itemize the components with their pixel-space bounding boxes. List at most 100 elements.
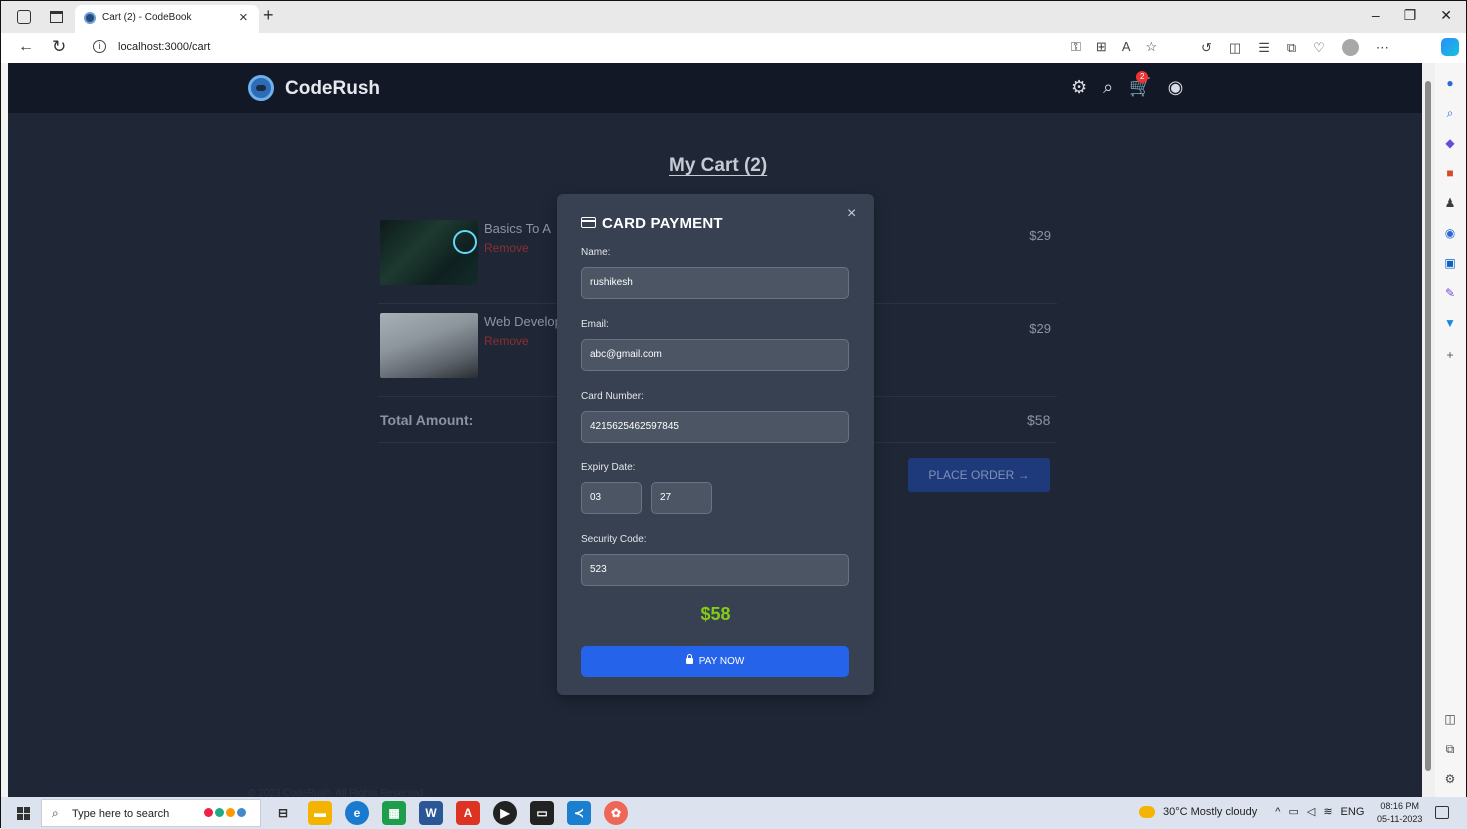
card-number-label: Card Number: bbox=[581, 391, 644, 402]
key-icon[interactable]: ⚿ bbox=[1071, 39, 1081, 55]
item-thumbnail[interactable] bbox=[380, 220, 478, 285]
taskbar-search-placeholder[interactable]: Type here to search bbox=[72, 808, 169, 820]
remove-link[interactable]: Remove bbox=[484, 241, 529, 255]
name-field[interactable]: rushikesh bbox=[581, 267, 849, 299]
edge-sidebar: ● ⌕ ◆ ■ ♟ ◉ ▣ ✎ ▼ + ◫ ⧉ ⚙ bbox=[1435, 63, 1466, 797]
external-link-icon[interactable]: ⧉ bbox=[1443, 743, 1457, 755]
extension-icon[interactable]: ↺ bbox=[1201, 40, 1212, 56]
restore-button[interactable]: ❐ bbox=[1404, 7, 1417, 24]
active-tab[interactable]: Cart (2) - CodeBook × bbox=[75, 5, 259, 33]
notifications-icon[interactable]: ● bbox=[1443, 77, 1457, 89]
vscode-icon[interactable]: ≺ bbox=[567, 801, 591, 825]
tray-chevron-icon[interactable]: ^ bbox=[1275, 806, 1280, 818]
microsoft365-icon[interactable]: ◉ bbox=[1443, 227, 1457, 239]
page-title: My Cart (2) bbox=[669, 155, 768, 176]
cart-icon[interactable]: 🛒 2 bbox=[1129, 71, 1152, 98]
workspaces-icon[interactable] bbox=[17, 10, 31, 24]
outlook-icon[interactable]: ▣ bbox=[1443, 257, 1457, 269]
sidebar-search-icon[interactable]: ⌕ bbox=[1443, 107, 1457, 119]
collections-icon[interactable]: ⧉ bbox=[1287, 40, 1296, 56]
weather-text[interactable]: 30°C Mostly cloudy bbox=[1163, 806, 1257, 818]
footer-copyright: © 2023 CodeRush. All Rights Reserved. bbox=[248, 788, 427, 797]
tools-icon[interactable]: ■ bbox=[1443, 167, 1457, 179]
modal-title: CARD PAYMENT bbox=[602, 215, 723, 232]
remove-link[interactable]: Remove bbox=[484, 334, 529, 348]
brand-name[interactable]: CodeRush bbox=[285, 78, 380, 100]
card-number-field[interactable]: 4215625462597845 bbox=[581, 411, 849, 443]
copilot-icon[interactable] bbox=[1441, 38, 1459, 56]
reload-button[interactable]: ↻ bbox=[52, 37, 66, 57]
wifi-icon[interactable]: ≋ bbox=[1323, 805, 1332, 818]
paint-icon[interactable]: ✿ bbox=[604, 801, 628, 825]
favicon-icon bbox=[84, 12, 96, 24]
sidebar-toggle-icon[interactable]: ◫ bbox=[1443, 713, 1457, 725]
favorite-star-icon[interactable]: ☆ bbox=[1145, 39, 1157, 55]
account-icon[interactable]: ◉ bbox=[1168, 77, 1184, 98]
media-player-icon[interactable]: ▶ bbox=[493, 801, 517, 825]
item-thumbnail[interactable] bbox=[380, 313, 478, 378]
back-button[interactable]: ← bbox=[18, 38, 34, 56]
item-name[interactable]: Basics To A bbox=[484, 221, 551, 236]
security-code-field[interactable]: 523 bbox=[581, 554, 849, 586]
search-icon[interactable]: ⌕ bbox=[1103, 77, 1113, 98]
site-header: CodeRush ⚙ ⌕ 🛒 2 ◉ bbox=[8, 63, 1422, 113]
browser-window: Cart (2) - CodeBook × + – ❐ ✕ ← ↻ i loca… bbox=[0, 0, 1467, 829]
expiry-year-field[interactable]: 27 bbox=[651, 482, 712, 514]
taskbar-search[interactable]: ⌕ Type here to search bbox=[41, 799, 261, 827]
site-info-icon[interactable]: i bbox=[93, 40, 106, 53]
expiry-month-field[interactable]: 03 bbox=[581, 482, 642, 514]
battery-icon[interactable]: ▭ bbox=[1288, 805, 1298, 818]
add-sidebar-app-icon[interactable]: + bbox=[1443, 349, 1457, 361]
url-text[interactable]: localhost:3000/cart bbox=[118, 41, 210, 53]
header-icons: ⚙ ⌕ 🛒 2 ◉ bbox=[1071, 71, 1184, 98]
close-window-button[interactable]: ✕ bbox=[1440, 7, 1452, 24]
place-order-button[interactable]: PLACE ORDER → bbox=[908, 458, 1050, 492]
total-value: $58 bbox=[1027, 412, 1051, 428]
sheets-icon[interactable]: ▦ bbox=[382, 801, 406, 825]
start-button-icon[interactable] bbox=[17, 807, 30, 820]
modal-close-button[interactable]: × bbox=[847, 205, 856, 223]
more-menu-icon[interactable]: ⋯ bbox=[1376, 40, 1389, 56]
read-aloud-icon[interactable]: A bbox=[1122, 39, 1131, 55]
drop-icon[interactable]: ▼ bbox=[1443, 317, 1457, 329]
file-explorer-icon[interactable]: ▬ bbox=[308, 801, 332, 825]
system-clock[interactable]: 08:16 PM 05-11-2023 bbox=[1377, 800, 1422, 826]
address-bar[interactable]: i localhost:3000/cart bbox=[81, 36, 1191, 60]
pay-now-button[interactable]: PAY NOW bbox=[581, 646, 849, 677]
scrollbar-thumb[interactable] bbox=[1425, 81, 1431, 771]
split-screen-icon[interactable]: ◫ bbox=[1229, 40, 1241, 56]
item-price: $29 bbox=[1029, 228, 1051, 243]
apps-icon[interactable]: ⊞ bbox=[1096, 39, 1107, 55]
brand-logo-icon[interactable] bbox=[248, 75, 274, 101]
tab-close-button[interactable]: × bbox=[239, 9, 248, 26]
weather-icon[interactable] bbox=[1139, 805, 1155, 818]
settings-icon[interactable]: ⚙ bbox=[1071, 77, 1087, 98]
sidebar-settings-icon[interactable]: ⚙ bbox=[1443, 773, 1457, 785]
security-code-label: Security Code: bbox=[581, 534, 647, 545]
acrobat-icon[interactable]: A bbox=[456, 801, 480, 825]
page-viewport: CodeRush ⚙ ⌕ 🛒 2 ◉ My Cart (2) Basics To … bbox=[8, 63, 1422, 797]
page-scrollbar[interactable] bbox=[1422, 63, 1435, 797]
task-view-icon[interactable]: ⊟ bbox=[271, 801, 295, 825]
profile-avatar[interactable] bbox=[1341, 39, 1359, 56]
games-icon[interactable]: ♟ bbox=[1443, 197, 1457, 209]
volume-icon[interactable]: ◁ bbox=[1307, 805, 1315, 818]
word-icon[interactable]: W bbox=[419, 801, 443, 825]
designer-icon[interactable]: ✎ bbox=[1443, 287, 1457, 299]
minimize-button[interactable]: – bbox=[1372, 7, 1380, 24]
terminal-icon[interactable]: ▭ bbox=[530, 801, 554, 825]
new-tab-button[interactable]: + bbox=[263, 5, 274, 26]
browser-actions: ↺ ◫ ☰ ⧉ ♡ ⋯ bbox=[1201, 39, 1389, 56]
language-indicator[interactable]: ENG bbox=[1341, 806, 1365, 818]
performance-icon[interactable]: ♡ bbox=[1313, 40, 1325, 56]
favorites-icon[interactable]: ☰ bbox=[1258, 40, 1270, 56]
tab-actions-icon[interactable] bbox=[50, 11, 63, 23]
email-field[interactable]: abc@gmail.com bbox=[581, 339, 849, 371]
edge-icon[interactable]: e bbox=[345, 801, 369, 825]
react-logo-icon bbox=[453, 230, 477, 254]
browser-toolbar: ← ↻ i localhost:3000/cart ⚿ ⊞ A ☆ ↺ ◫ ☰ … bbox=[1, 33, 1466, 63]
shopping-icon[interactable]: ◆ bbox=[1443, 137, 1457, 149]
item-name[interactable]: Web Develop bbox=[484, 314, 562, 329]
notification-center-icon[interactable] bbox=[1435, 806, 1449, 819]
credit-card-icon bbox=[581, 217, 596, 228]
